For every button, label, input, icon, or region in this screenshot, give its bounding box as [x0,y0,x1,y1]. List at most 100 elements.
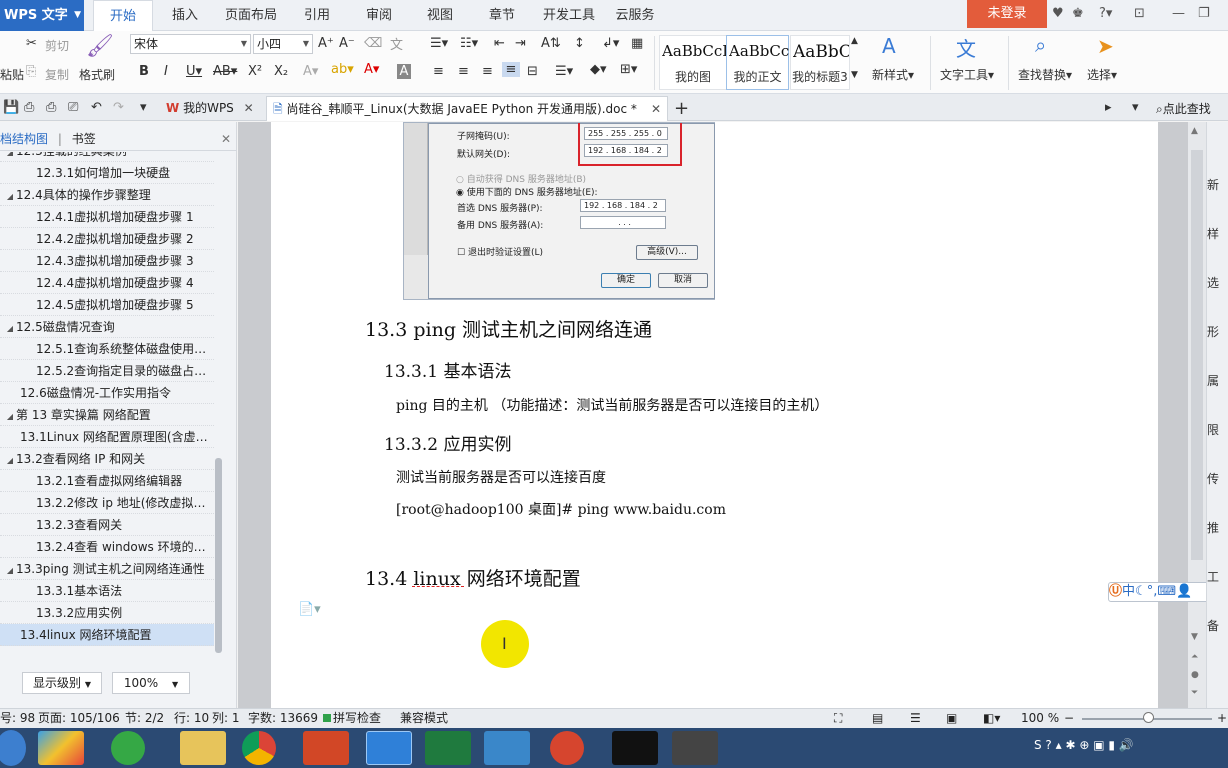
font-color-icon[interactable]: A▾ [364,62,379,77]
taskbar-vm-icon[interactable] [484,731,530,765]
tab-view[interactable]: 视图 [418,0,462,31]
copy-button[interactable]: 复制 [45,66,69,83]
outline-item[interactable]: 13.2.1查看虚拟网络编辑器 [0,470,214,492]
tab-insert[interactable]: 插入 [160,0,210,31]
task-pane-item[interactable]: 选 [1207,274,1228,291]
decrease-indent-icon[interactable]: ⇤ [494,36,505,51]
outline-item[interactable]: ◢ 12.5磁盘情况查询 [0,316,214,338]
justify-icon[interactable]: ≡ [502,62,520,77]
zoom-slider-thumb[interactable] [1143,712,1154,723]
find-replace-icon[interactable]: ⌕ [1035,33,1046,57]
close-pane-icon[interactable]: ✕ [221,127,231,151]
outline-item[interactable]: 12.4.2虚拟机增加硬盘步骤 2 [0,228,214,250]
new-style-icon[interactable]: A [882,34,896,58]
select-browse-icon[interactable]: ● [1191,670,1199,680]
underline-icon[interactable]: U▾ [186,64,202,79]
char-shading-icon[interactable]: A [397,64,411,79]
outline-item[interactable]: 12.6磁盘情况-工作实用指令 [0,382,214,404]
skin-icon[interactable]: ♥ [1052,6,1064,21]
task-pane-item[interactable]: 限 [1207,421,1228,438]
taskbar-chrome-icon[interactable] [242,731,276,765]
restore-icon[interactable]: ❐ [1198,6,1210,21]
display-level-select[interactable]: 显示级别 ▼ [22,672,102,694]
increase-indent-icon[interactable]: ⇥ [515,36,526,51]
undo-icon[interactable]: ↶ [91,100,102,115]
scroll-thumb[interactable] [1191,150,1203,560]
tab-developer[interactable]: 开发工具 [540,0,598,31]
format-painter-button[interactable]: 格式刷 [79,66,115,83]
status-spell-check[interactable]: 拼写检查 [333,709,381,728]
align-center-icon[interactable]: ≡ [458,64,469,79]
tab-my-wps[interactable]: W 我的WPS ✕ [160,96,264,121]
style-gallery-more-icon[interactable]: ▼ [851,70,858,80]
new-tab-icon[interactable]: + [674,98,689,119]
select-cursor-icon[interactable]: ➤ [1097,34,1114,58]
taskbar-excel-icon[interactable] [425,731,471,765]
expand-toggle-icon[interactable]: ◢ [4,318,16,337]
scissors-icon[interactable]: ✂ [26,36,37,51]
nav-zoom-select[interactable]: 100% ▼ [112,672,190,694]
help-icon[interactable]: ?▾ [1099,6,1112,21]
outline-item[interactable]: 12.4.5虚拟机增加硬盘步骤 5 [0,294,214,316]
tab-outline[interactable]: 档结构图 [0,132,48,146]
expand-toggle-icon[interactable]: ◢ [4,186,16,205]
highlight-icon[interactable]: ab▾ [331,62,354,77]
print-icon[interactable]: ⎙ [46,100,56,115]
system-tray[interactable]: S ? ▴ ✱ ⊕ ▣ ▮ 🔊 [1034,738,1134,752]
outline-item[interactable]: 13.1Linux 网络配置原理图(含虚拟机) [0,426,214,448]
cut-button[interactable]: 剪切 [45,37,69,54]
tab-home[interactable]: 开始 [93,0,153,32]
customize-qat-icon[interactable]: ▾ [140,100,147,115]
outline-item[interactable]: 12.4.4虚拟机增加硬盘步骤 4 [0,272,214,294]
align-right-icon[interactable]: ≡ [482,64,493,79]
outline-item[interactable]: 13.2.4查看 windows 环境的中 VMnet8 [0,536,214,558]
outline-item[interactable]: 12.4.1虚拟机增加硬盘步骤 1 [0,206,214,228]
bold-icon[interactable]: B [139,64,149,79]
task-pane-item[interactable]: 工 [1207,568,1228,585]
text-direction-icon[interactable]: A⇅ [541,36,561,51]
outline-item[interactable]: ◢12.3挂载的经典案例 [0,152,214,162]
new-style-button[interactable]: 新样式▾ [872,66,914,83]
style-my-heading3[interactable]: AaBbC 我的标题3 [790,35,850,90]
doc-list-icon[interactable]: ▸ [1105,100,1112,115]
scroll-up-icon[interactable]: ▲ [1191,126,1198,136]
print-preview-icon[interactable]: ⎚ [68,100,78,115]
zoom-in-icon[interactable]: + [1217,709,1227,728]
outline-item[interactable]: ◢ 第 13 章实操篇 网络配置 [0,404,214,426]
taskbar-folder-icon[interactable] [180,731,226,765]
copy-icon[interactable]: ⎘ [26,64,36,79]
line-spacing-icon[interactable]: ☰▾ [555,64,573,79]
show-marks-icon[interactable]: ↲▾ [602,36,619,51]
task-pane-item[interactable]: 属 [1207,372,1228,389]
tab-chapter[interactable]: 章节 [480,0,524,31]
expand-toggle-icon[interactable]: ◢ [4,450,16,469]
expand-toggle-icon[interactable]: ◢ [4,406,16,425]
taskbar-terminal-icon[interactable] [612,731,658,765]
close-icon[interactable]: ✕ [244,101,254,115]
grow-font-icon[interactable]: A⁺ [318,36,334,51]
outline-item[interactable]: 13.2.3查看网关 [0,514,214,536]
save-icon[interactable]: 💾 [3,100,19,115]
outline-item[interactable]: ◢ 13.3ping 测试主机之间网络连通性 [0,558,214,580]
style-my-body[interactable]: AaBbCcI 我的正文 [726,35,789,90]
taskbar-powerpoint-icon[interactable] [303,731,349,765]
outline-view-icon[interactable]: ☰ [910,709,921,728]
task-pane-item[interactable]: 样 [1207,225,1228,242]
tab-document[interactable]: 🗎 尚硅谷_韩顺平_Linux(大数据 JavaEE Python 开发通用版)… [266,96,668,121]
taskbar-app-icon[interactable] [38,731,84,765]
search-box[interactable]: ⌕点此查找 [1156,100,1211,117]
italic-icon[interactable]: I [164,64,168,79]
outline-item[interactable]: 13.4linux 网络环境配置 [0,624,214,646]
tab-menu-icon[interactable]: ▾ [1132,100,1139,115]
tab-bookmarks[interactable]: 书签 [72,132,96,146]
text-tools-icon[interactable]: 文 [956,33,976,62]
redo-icon[interactable]: ↷ [113,100,124,115]
phonetic-icon[interactable]: 文 [390,34,403,53]
outline-item[interactable]: 12.5.2查询指定目录的磁盘占用情况 [0,360,214,382]
distribute-icon[interactable]: ⊟ [527,64,538,79]
prev-page-icon[interactable]: ⏶ [1191,652,1198,662]
subscript-icon[interactable]: X₂ [274,64,288,79]
border-icon[interactable]: ⊞▾ [620,62,637,77]
status-word-count[interactable]: 字数: 13669 [248,709,318,728]
fullscreen-icon[interactable]: ⛶ [834,709,842,728]
